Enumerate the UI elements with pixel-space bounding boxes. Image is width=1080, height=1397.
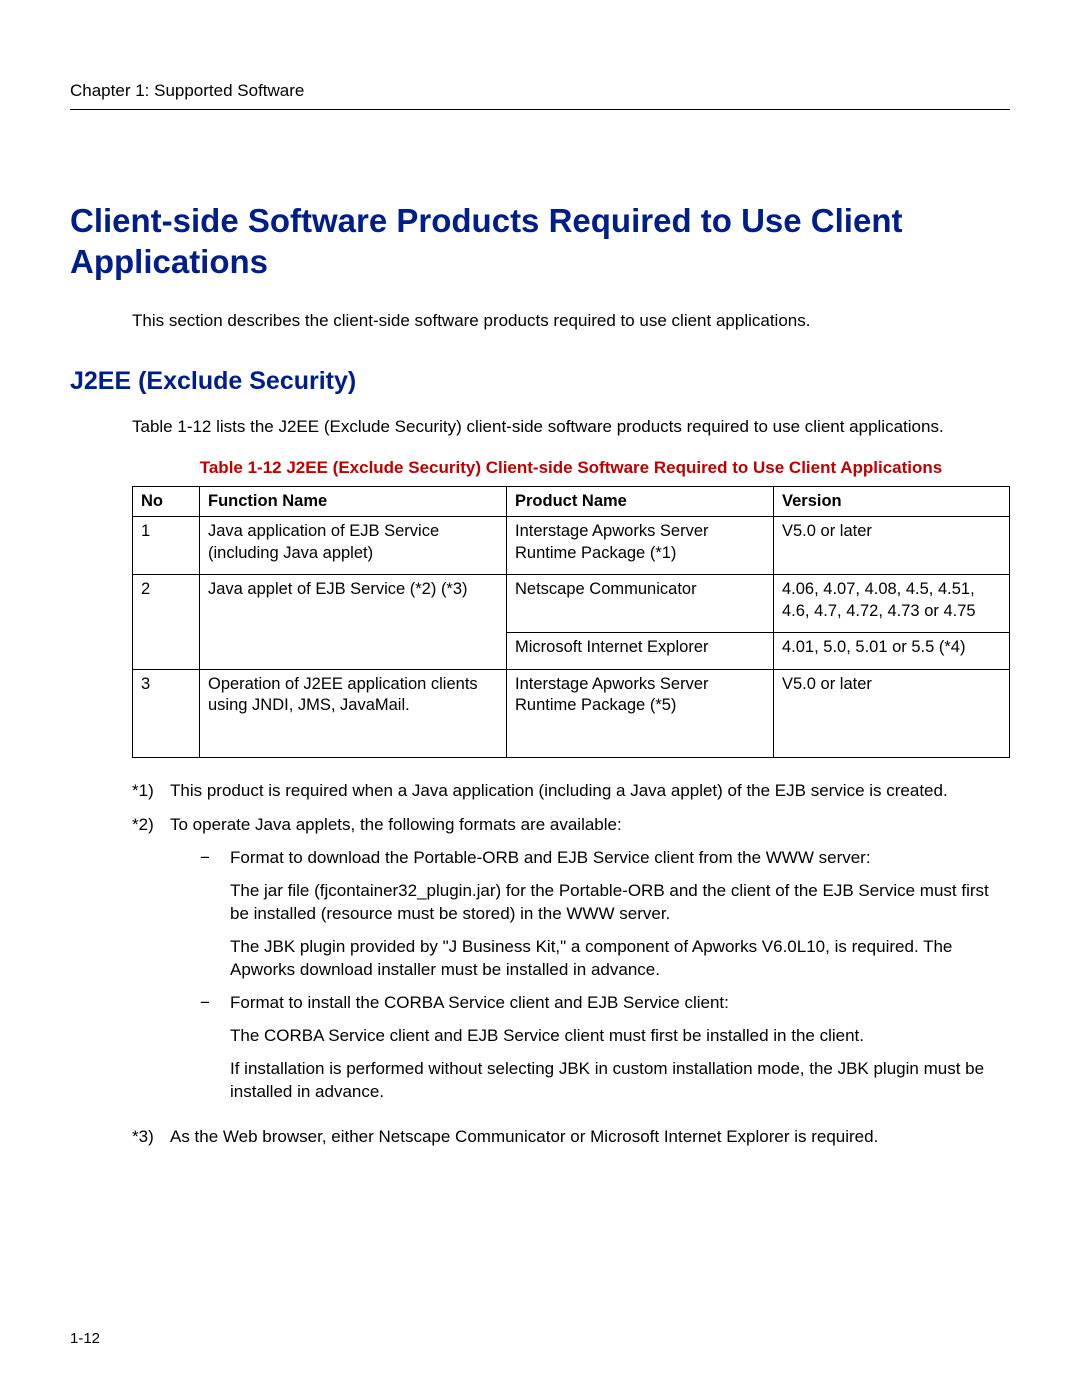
sublist-item: − Format to install the CORBA Service cl…: [200, 992, 1010, 1015]
footnote-label: *2): [132, 814, 170, 1113]
intro-paragraph: This section describes the client-side s…: [132, 310, 1010, 333]
cell-version: 4.06, 4.07, 4.08, 4.5, 4.51, 4.6, 4.7, 4…: [774, 575, 1010, 633]
cell-function: Java applet of EJB Service (*2) (*3): [200, 575, 507, 669]
dash-bullet: −: [200, 992, 230, 1015]
cell-product: Interstage Apworks Server Runtime Packag…: [507, 669, 774, 757]
table-row: 3 Operation of J2EE application clients …: [133, 669, 1010, 757]
table-header-row: No Function Name Product Name Version: [133, 487, 1010, 517]
section-heading: J2EE (Exclude Security): [70, 365, 1010, 399]
sublist-paragraph: The CORBA Service client and EJB Service…: [230, 1025, 1010, 1048]
table-row: 1 Java application of EJB Service (inclu…: [133, 517, 1010, 575]
col-header-function: Function Name: [200, 487, 507, 517]
sublist-head: Format to download the Portable-ORB and …: [230, 847, 1010, 870]
cell-function: Operation of J2EE application clients us…: [200, 669, 507, 757]
cell-product: Netscape Communicator: [507, 575, 774, 633]
cell-no: 1: [133, 517, 200, 575]
sublist: − Format to download the Portable-ORB an…: [200, 847, 1010, 1103]
footnote: *1) This product is required when a Java…: [132, 780, 1010, 803]
col-header-product: Product Name: [507, 487, 774, 517]
cell-product: Interstage Apworks Server Runtime Packag…: [507, 517, 774, 575]
footnote-label: *1): [132, 780, 170, 803]
cell-no: 2: [133, 575, 200, 669]
footnote-lead: To operate Java applets, the following f…: [170, 814, 1010, 837]
table-row: 2 Java applet of EJB Service (*2) (*3) N…: [133, 575, 1010, 633]
cell-version: V5.0 or later: [774, 517, 1010, 575]
software-table: No Function Name Product Name Version 1 …: [132, 486, 1010, 758]
cell-function: Java application of EJB Service (includi…: [200, 517, 507, 575]
sublist-paragraph: The JBK plugin provided by "J Business K…: [230, 936, 1010, 982]
sublist-paragraph: If installation is performed without sel…: [230, 1058, 1010, 1104]
page-number: 1-12: [70, 1329, 100, 1349]
footnote: *2) To operate Java applets, the followi…: [132, 814, 1010, 1113]
sublist-paragraph: The jar file (fjcontainer32_plugin.jar) …: [230, 880, 1010, 926]
dash-bullet: −: [200, 847, 230, 870]
footnote-text: To operate Java applets, the following f…: [170, 814, 1010, 1113]
cell-no: 3: [133, 669, 200, 757]
page: Chapter 1: Supported Software Client-sid…: [0, 0, 1080, 1397]
cell-version: V5.0 or later: [774, 669, 1010, 757]
sublist-item: − Format to download the Portable-ORB an…: [200, 847, 1010, 870]
chapter-label: Chapter 1: Supported Software: [70, 80, 304, 103]
cell-product: Microsoft Internet Explorer: [507, 633, 774, 669]
notes-block: *1) This product is required when a Java…: [132, 780, 1010, 1149]
col-header-version: Version: [774, 487, 1010, 517]
page-title: Client-side Software Products Required t…: [70, 200, 1010, 283]
footnote-text: This product is required when a Java app…: [170, 780, 1010, 803]
table-caption: Table 1-12 J2EE (Exclude Security) Clien…: [132, 457, 1010, 480]
footnote-text: As the Web browser, either Netscape Comm…: [170, 1126, 1010, 1149]
page-header: Chapter 1: Supported Software: [70, 80, 1010, 110]
sublist-head: Format to install the CORBA Service clie…: [230, 992, 1010, 1015]
section-intro: Table 1-12 lists the J2EE (Exclude Secur…: [132, 416, 1010, 439]
cell-version: 4.01, 5.0, 5.01 or 5.5 (*4): [774, 633, 1010, 669]
footnote-label: *3): [132, 1126, 170, 1149]
footnote: *3) As the Web browser, either Netscape …: [132, 1126, 1010, 1149]
col-header-no: No: [133, 487, 200, 517]
